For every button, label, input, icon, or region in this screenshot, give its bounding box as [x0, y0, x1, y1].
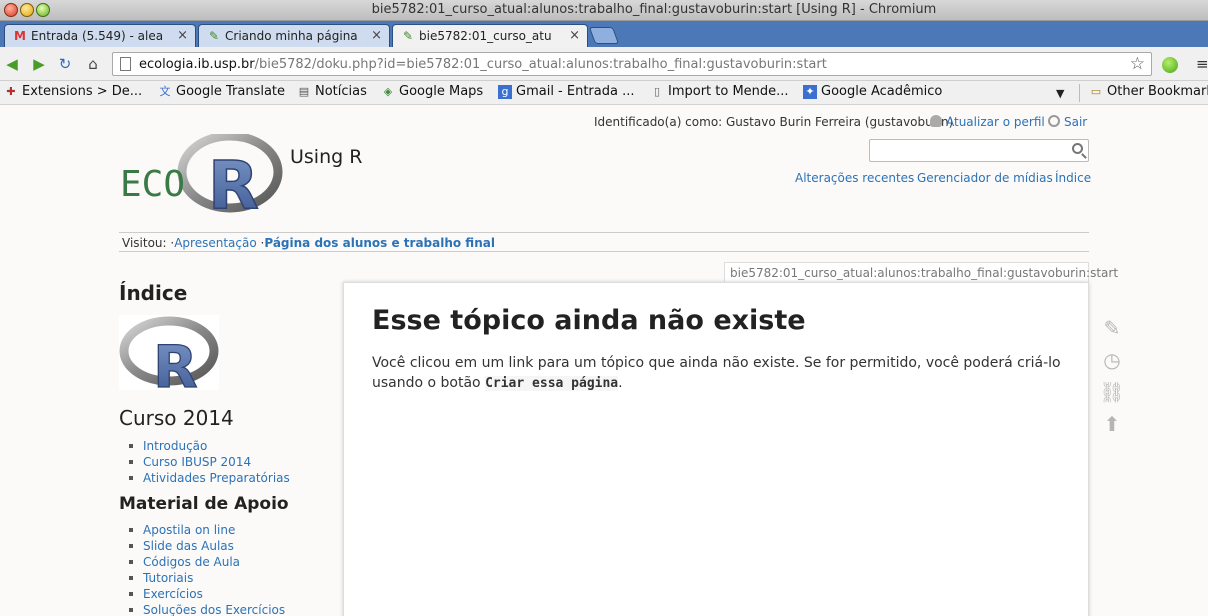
sidebar-item-codigos[interactable]: Códigos de Aula: [129, 554, 285, 570]
back-arrow-icon[interactable]: ◀: [3, 55, 21, 73]
browser-toolbar: ◀ ▶ ↻ ⌂ ecologia.ib.usp.br/bie5782/doku.…: [0, 47, 1208, 81]
sidebar-item-exercicios[interactable]: Exercícios: [129, 586, 285, 602]
main-content: Esse tópico ainda não existe Você clicou…: [343, 282, 1089, 616]
update-profile-link[interactable]: Atualizar o perfil: [930, 115, 1045, 129]
breadcrumb-apresentacao[interactable]: Apresentação: [174, 236, 256, 250]
logout-link[interactable]: Sair: [1048, 115, 1087, 129]
extension-icon[interactable]: [1162, 57, 1178, 73]
svg-text:ECO: ECO: [120, 164, 185, 205]
tab-current[interactable]: ✎ bie5782:01_curso_atu ×: [392, 24, 588, 47]
media-manager-link[interactable]: Gerenciador de mídias: [917, 171, 1053, 185]
forward-arrow-icon[interactable]: ▶: [30, 55, 48, 73]
tab-criando[interactable]: ✎ Criando minha página ×: [198, 24, 390, 47]
scholar-icon: ✦: [803, 85, 817, 99]
bookmark-star-icon[interactable]: ☆: [1130, 54, 1145, 74]
window-title: bie5782:01_curso_atual:alunos:trabalho_f…: [371, 2, 937, 17]
logged-in-user: Identificado(a) como: Gustavo Burin Ferr…: [594, 115, 954, 129]
svg-text:R: R: [208, 147, 259, 214]
tab-close-icon[interactable]: ×: [371, 28, 382, 43]
back-to-top-icon[interactable]: ⬆: [1098, 410, 1126, 438]
breadcrumb: Visitou: ·Apresentação ·Página dos aluno…: [119, 232, 1089, 252]
logout-icon: [1048, 115, 1060, 127]
site-title[interactable]: Using R: [290, 146, 362, 168]
tab-title: Entrada (5.549) - alea: [31, 29, 164, 43]
backlinks-icon[interactable]: ⛓: [1098, 378, 1126, 406]
tab-close-icon[interactable]: ×: [177, 28, 188, 43]
page-icon: [120, 57, 131, 71]
sidebar-item-solucoes[interactable]: Soluções dos Exercícios: [129, 602, 285, 616]
bookmark-extensions[interactable]: ✚ Extensions > De...: [4, 84, 142, 102]
breadcrumb-pagina-alunos[interactable]: Página dos alunos e trabalho final: [264, 236, 495, 250]
translate-icon: 文: [159, 85, 171, 98]
bookmark-noticias[interactable]: ▤ Notícias: [297, 84, 367, 102]
sidebar-item-introducao[interactable]: Introdução: [129, 438, 290, 454]
dokuwiki-icon: ✎: [402, 29, 414, 43]
bookmarks-bar: ✚ Extensions > De... 文 Google Translate ▤ N…: [0, 81, 1208, 105]
search-icon[interactable]: [1072, 143, 1083, 154]
material-list: Apostila on line Slide das Aulas Códigos…: [129, 522, 285, 616]
gmail-icon: M: [14, 29, 26, 43]
home-icon[interactable]: ⌂: [84, 55, 102, 73]
address-bar[interactable]: ecologia.ib.usp.br/bie5782/doku.php?id=b…: [112, 52, 1152, 76]
search-input[interactable]: [869, 139, 1089, 162]
tab-close-icon[interactable]: ×: [569, 28, 580, 43]
bookmark-google-translate[interactable]: 文 Google Translate: [158, 84, 286, 102]
recent-changes-link[interactable]: Alterações recentes: [795, 171, 914, 185]
sidebar-item-slides[interactable]: Slide das Aulas: [129, 538, 285, 554]
news-icon: ▤: [298, 85, 310, 98]
page-title: Esse tópico ainda não existe: [372, 305, 806, 336]
r-logo-image: R: [119, 315, 219, 402]
bookmark-google-academico[interactable]: ✦ Google Acadêmico: [803, 84, 942, 102]
user-icon: [930, 115, 942, 127]
tab-gmail[interactable]: M Entrada (5.549) - alea ×: [4, 24, 196, 47]
site-logo[interactable]: R ECO: [118, 131, 283, 225]
bookmark-other[interactable]: ▭ Other Bookmark: [1089, 84, 1208, 102]
sidebar-item-apostila[interactable]: Apostila on line: [129, 522, 285, 538]
menu-icon[interactable]: ≡: [1196, 57, 1208, 72]
window-titlebar: bie5782:01_curso_atual:alunos:trabalho_f…: [0, 0, 1208, 21]
create-page-code: Criar essa página: [485, 376, 619, 391]
tab-title: bie5782:01_curso_atu: [419, 29, 552, 43]
index-link[interactable]: Índice: [1055, 171, 1091, 185]
page-id: bie5782:01_curso_atual:alunos:trabalho_f…: [724, 262, 1118, 282]
curso-list: Introdução Curso IBUSP 2014 Atividades P…: [129, 438, 290, 486]
bookmarks-overflow-icon[interactable]: ▼: [1056, 87, 1064, 100]
section-title-material: Material de Apoio: [119, 494, 289, 514]
puzzle-icon: ✚: [6, 85, 16, 98]
folder-icon: ▭: [1090, 85, 1102, 98]
web-page: Identificado(a) como: Gustavo Burin Ferr…: [0, 106, 1208, 616]
sidebar-item-tutoriais[interactable]: Tutoriais: [129, 570, 285, 586]
breadcrumb-label: Visitou:: [122, 236, 167, 250]
section-title-curso: Curso 2014: [119, 406, 234, 430]
reload-icon[interactable]: ↻: [56, 55, 74, 73]
tab-strip: M Entrada (5.549) - alea × ✎ Criando min…: [0, 21, 1208, 47]
new-tab-button[interactable]: [588, 27, 620, 44]
page-icon: ▯: [653, 85, 661, 98]
sidebar-item-curso-ibusp[interactable]: Curso IBUSP 2014: [129, 454, 290, 470]
maps-icon: ◈: [383, 85, 393, 98]
revisions-icon[interactable]: ◷: [1098, 346, 1126, 374]
sidebar-title: Índice: [119, 281, 188, 305]
dokuwiki-icon: ✎: [208, 29, 220, 43]
address-url[interactable]: ecologia.ib.usp.br/bie5782/doku.php?id=b…: [139, 57, 827, 72]
bookmark-mendeley[interactable]: ▯ Import to Mende...: [650, 84, 789, 102]
bookmarks-separator: [1079, 84, 1080, 102]
tab-title: Criando minha página: [225, 29, 358, 43]
sidebar-item-atividades[interactable]: Atividades Preparatórias: [129, 470, 290, 486]
svg-text:R: R: [153, 333, 198, 390]
bookmark-google-maps[interactable]: ◈ Google Maps: [381, 84, 483, 102]
bookmark-gmail[interactable]: g Gmail - Entrada ...: [498, 84, 635, 102]
page-message: Você clicou em um link para um tópico qu…: [372, 355, 1061, 391]
edit-icon[interactable]: ✎: [1098, 314, 1126, 342]
google-icon: g: [498, 85, 512, 99]
